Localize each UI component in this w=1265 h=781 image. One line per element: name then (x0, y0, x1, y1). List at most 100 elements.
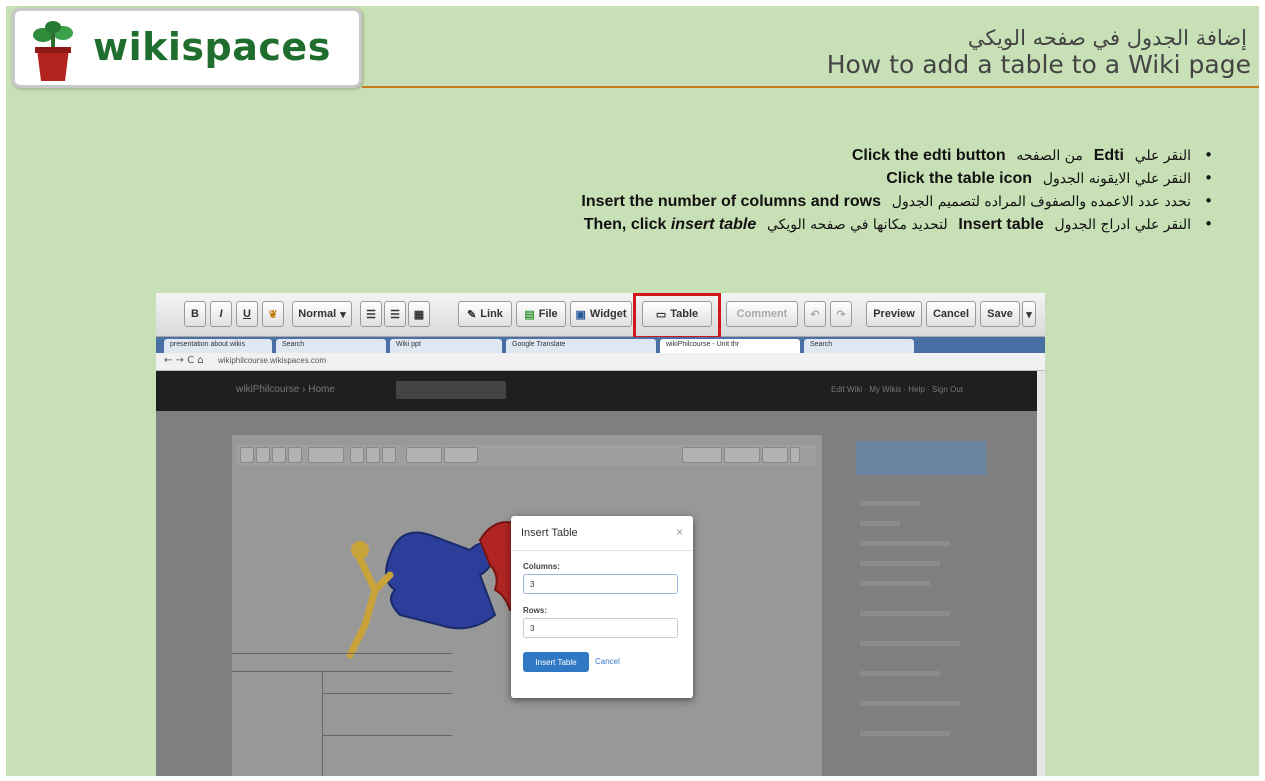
mini-editor-toolbar (236, 445, 816, 465)
instruction-en: Click the table icon (886, 170, 1033, 187)
image-button[interactable]: ▦ (408, 301, 430, 327)
format-select[interactable]: Normal ▾ (292, 301, 352, 327)
widget-button[interactable]: ▣ Widget (570, 301, 632, 327)
bullet-list-icon: ☰ (366, 308, 376, 321)
title-arabic: إضافة الجدول في صفحه الويكي (967, 26, 1247, 50)
doc-table-rule (232, 653, 452, 654)
numbered-list-button[interactable]: ☰ (384, 301, 406, 327)
mini-preview-button (682, 447, 722, 463)
format-select-value: Normal (298, 308, 337, 320)
cancel-button[interactable]: Cancel (926, 301, 976, 327)
editor-toolbar: B I U ❦ Normal ▾ ☰ ☰ ▦ ✎ Link ▤ File ▣ Widge… (156, 293, 1045, 337)
comment-button[interactable]: Comment (726, 301, 798, 327)
sidebar-highlight-box (856, 441, 986, 475)
bold-button[interactable]: B (184, 301, 206, 327)
instruction-item: النقر علي ادراج الجدول Insert table لتحد… (291, 215, 1213, 237)
mini-link-button (406, 447, 442, 463)
widget-icon: ▣ (575, 308, 586, 321)
underline-button[interactable]: U (236, 301, 258, 327)
columns-label: Columns: (523, 562, 560, 571)
doc-table-rule (322, 671, 323, 776)
widget-label: Widget (589, 308, 627, 320)
instruction-en-emphasis: insert table (670, 216, 757, 233)
mini-bold-button (240, 447, 254, 463)
sidebar-line (860, 641, 960, 646)
instruction-ar: النقر علي ادراج الجدول (1054, 217, 1191, 233)
site-title[interactable]: wikiPhilcourse › Home (236, 384, 335, 395)
browser-tab[interactable]: Search (276, 339, 386, 353)
sidebar-line (860, 501, 920, 506)
link-icon: ✎ (467, 308, 477, 321)
cancel-link[interactable]: Cancel (595, 657, 620, 666)
mini-color-button (288, 447, 302, 463)
scrollbar[interactable] (1037, 371, 1045, 776)
mini-underline-button (272, 447, 286, 463)
paint-icon: ❦ (268, 308, 278, 321)
italic-button[interactable]: I (210, 301, 232, 327)
instruction-en: Then, click insert table (584, 216, 757, 233)
browser-tab[interactable]: Google Translate (506, 339, 656, 353)
browser-tab[interactable]: Wiki ppt (390, 339, 502, 353)
sidebar-line (860, 581, 930, 586)
instruction-en: Insert the number of columns and rows (581, 193, 881, 210)
dialog-divider (511, 550, 693, 551)
url-field[interactable]: wikiphilcourse.wikispaces.com (218, 356, 326, 365)
mini-format-select (308, 447, 344, 463)
save-button[interactable]: Save (980, 301, 1020, 327)
browser-tab[interactable]: presentation about wikis (164, 339, 272, 353)
sidebar-line (860, 671, 940, 676)
site-search-input[interactable] (396, 381, 506, 399)
instruction-en-prefix: Then, click (583, 216, 667, 233)
table-icon-highlight (633, 293, 721, 339)
bulleted-list-button[interactable]: ☰ (360, 301, 382, 327)
instruction-en: Edti (1093, 147, 1124, 164)
insert-table-dialog: Insert Table × Columns: 3 Rows: 3 Insert… (511, 516, 693, 698)
logo-text: wikispaces (93, 25, 331, 69)
rows-input[interactable]: 3 (523, 618, 678, 638)
address-bar: ← → C ⌂ wikiphilcourse.wikispaces.com (156, 353, 1045, 371)
instruction-ar: نحدد عدد الاعمده والصفوف المراده لتصميم … (891, 194, 1191, 210)
mini-list-button (350, 447, 364, 463)
instruction-item: نحدد عدد الاعمده والصفوف المراده لتصميم … (291, 192, 1213, 214)
site-navbar: wikiPhilcourse › Home Edit Wiki · My Wik… (156, 371, 1045, 411)
sidebar-line (860, 561, 940, 566)
text-color-button[interactable]: ❦ (262, 301, 284, 327)
numbered-list-icon: ☰ (390, 308, 400, 321)
mini-image-button (382, 447, 396, 463)
wikispaces-logo: wikispaces (12, 8, 362, 88)
plant-pot-icon (33, 21, 73, 81)
redo-button[interactable]: ↷ (830, 301, 852, 327)
instruction-en: Insert table (958, 216, 1044, 233)
mini-save-options (790, 447, 800, 463)
instruction-item: النقر علي Edti من الصفحه Click the edti … (291, 146, 1213, 168)
mini-file-button (444, 447, 478, 463)
doc-table-rule (322, 735, 452, 736)
mini-italic-button (256, 447, 270, 463)
dialog-title: Insert Table (521, 527, 578, 539)
image-icon: ▦ (413, 308, 425, 321)
browser-tab-active[interactable]: wikiPhilcourse - Unit thr (660, 339, 800, 353)
file-button[interactable]: ▤ File (516, 301, 566, 327)
close-icon[interactable]: × (676, 525, 683, 539)
instruction-item: النقر علي الايقونه الجدول Click the tabl… (291, 169, 1213, 191)
title-english: How to add a table to a Wiki page (826, 50, 1251, 79)
doc-table-rule (232, 671, 452, 672)
link-button[interactable]: ✎ Link (458, 301, 512, 327)
instruction-ar: النقر علي (1134, 148, 1191, 164)
site-links[interactable]: Edit Wiki · My Wikis · Help · Sign Out (831, 385, 963, 394)
columns-input[interactable]: 3 (523, 574, 678, 594)
save-options-button[interactable]: ▾ (1022, 301, 1036, 327)
slide: wikispaces إضافة الجدول في صفحه الويكي H… (6, 6, 1259, 776)
instruction-ar: لتحديد مكانها في صفحه الويكي (767, 217, 948, 233)
undo-button[interactable]: ↶ (804, 301, 826, 327)
browser-tab[interactable]: Search (804, 339, 914, 353)
sidebar-line (860, 701, 960, 706)
browser-nav-icons[interactable]: ← → C ⌂ (164, 355, 204, 366)
instruction-ar: من الصفحه (1016, 148, 1083, 164)
instruction-ar: النقر علي الايقونه الجدول (1042, 171, 1191, 187)
preview-button[interactable]: Preview (866, 301, 922, 327)
sidebar-line (860, 541, 950, 546)
file-icon: ▤ (524, 308, 535, 321)
insert-table-button[interactable]: Insert Table (523, 652, 589, 672)
instruction-en: Click the edti button (851, 147, 1006, 164)
